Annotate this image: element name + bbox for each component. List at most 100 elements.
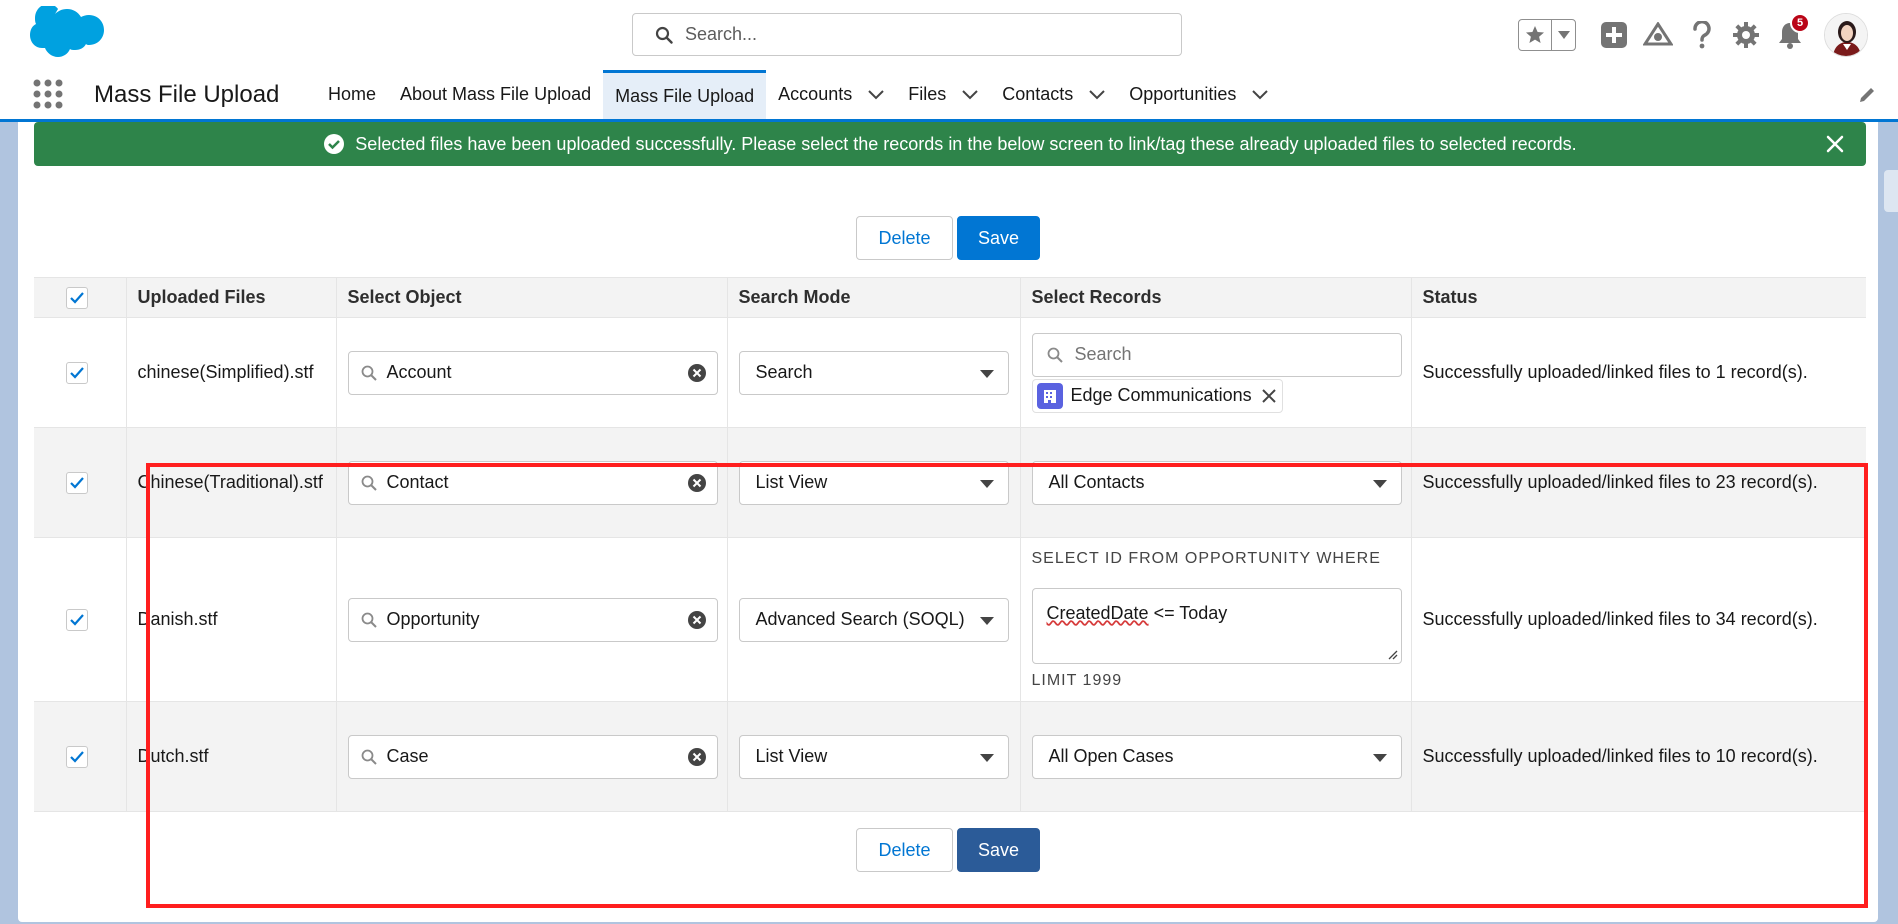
search-mode-select[interactable]: List View: [738, 734, 1009, 779]
chevron-down-icon[interactable]: [1089, 89, 1105, 100]
list-view-select[interactable]: All Contacts: [1031, 460, 1402, 505]
chevron-down-icon[interactable]: [868, 89, 884, 100]
list-view-value: All Open Cases: [1048, 746, 1174, 766]
soql-textarea[interactable]: CreatedDate <= Today: [1031, 587, 1402, 664]
tab-home[interactable]: Home: [316, 70, 388, 119]
success-toast: Selected files have been uploaded succes…: [34, 122, 1866, 166]
object-lookup[interactable]: Opportunity: [347, 597, 718, 642]
object-lookup[interactable]: Contact: [347, 460, 718, 505]
tab-accounts[interactable]: Accounts: [766, 70, 896, 119]
tab-label: Home: [328, 84, 377, 104]
salesforce-logo[interactable]: [20, 6, 104, 64]
row-select-cell: [34, 537, 127, 702]
caret-down-icon: [979, 369, 994, 378]
object-cell: Contact: [336, 427, 728, 538]
row-checkbox[interactable]: [66, 361, 88, 384]
uploaded-file-name: Dutch.stf: [126, 701, 337, 812]
mode-cell: List View: [727, 427, 1021, 538]
object-value: Account: [386, 362, 452, 382]
tab-about-mass-file-upload[interactable]: About Mass File Upload: [388, 70, 603, 119]
status-text: Successfully uploaded/linked files to 10…: [1411, 701, 1866, 812]
search-icon: [361, 365, 377, 381]
search-mode-select[interactable]: Advanced Search (SOQL): [738, 597, 1009, 642]
favorites-button[interactable]: [1518, 19, 1576, 51]
header-select-records[interactable]: Select Records: [1020, 277, 1412, 318]
global-search[interactable]: Search...: [632, 13, 1182, 56]
header-icons: 5: [1518, 13, 1868, 57]
chevron-down-icon[interactable]: [1252, 89, 1269, 100]
tab-contacts[interactable]: Contacts: [990, 70, 1117, 119]
global-actions-icon[interactable]: [1598, 19, 1630, 51]
close-icon[interactable]: [1824, 133, 1846, 155]
select-all-header: [34, 277, 127, 318]
pill-label: Edge Communications: [1070, 385, 1252, 405]
search-icon: [655, 26, 673, 44]
account-icon: [1036, 382, 1063, 409]
object-lookup[interactable]: Case: [347, 734, 718, 779]
trailhead-icon[interactable]: [1642, 19, 1674, 51]
search-icon: [361, 749, 377, 765]
uploaded-file-name: Danish.stf: [126, 537, 337, 702]
clear-icon[interactable]: [687, 473, 707, 493]
row-checkbox[interactable]: [66, 471, 88, 494]
notification-badge: 5: [1790, 13, 1810, 33]
header-uploaded-files[interactable]: Uploaded Files: [126, 277, 337, 318]
save-button[interactable]: Save: [957, 828, 1040, 872]
global-header: Search... 5: [0, 0, 1898, 70]
search-placeholder: Search...: [685, 24, 758, 44]
clear-icon[interactable]: [687, 747, 707, 767]
row-select-cell: [34, 701, 127, 812]
uploaded-file-name: chinese(Simplified).stf: [126, 317, 337, 428]
header-select-object[interactable]: Select Object: [336, 277, 728, 318]
notifications-icon[interactable]: 5: [1774, 13, 1810, 51]
utility-panel-handle[interactable]: [1884, 170, 1898, 212]
star-icon[interactable]: [1519, 20, 1552, 50]
uploaded-file-name: Chinese(Traditional).stf: [126, 427, 337, 538]
mode-cell: Advanced Search (SOQL): [727, 537, 1021, 702]
app-launcher-icon[interactable]: [32, 78, 64, 110]
caret-down-icon: [979, 479, 994, 488]
object-value: Opportunity: [386, 609, 480, 629]
selected-record-pill: Edge Communications: [1031, 378, 1283, 413]
nav-tabs: Home About Mass File Upload Mass File Up…: [316, 70, 1280, 119]
header-status[interactable]: Status: [1411, 277, 1866, 318]
app-nav-bar: Mass File Upload Home About Mass File Up…: [0, 70, 1898, 122]
row-checkbox[interactable]: [66, 745, 88, 768]
remove-icon[interactable]: [1261, 388, 1276, 403]
search-mode-select[interactable]: List View: [738, 460, 1009, 505]
records-search-input[interactable]: Search: [1031, 332, 1402, 377]
tab-mass-file-upload[interactable]: Mass File Upload: [603, 70, 767, 119]
delete-button[interactable]: Delete: [856, 828, 953, 872]
resize-handle-icon[interactable]: [1386, 648, 1398, 660]
caret-down-icon: [1372, 753, 1387, 762]
clear-icon[interactable]: [687, 363, 707, 383]
gear-icon[interactable]: [1730, 19, 1762, 51]
search-mode-value: Advanced Search (SOQL): [755, 609, 965, 629]
list-view-select[interactable]: All Open Cases: [1031, 734, 1402, 779]
tab-label: Accounts: [778, 84, 853, 104]
save-button[interactable]: Save: [957, 216, 1040, 260]
status-text: Successfully uploaded/linked files to 23…: [1411, 427, 1866, 538]
success-check-icon: [324, 134, 345, 154]
avatar[interactable]: [1824, 13, 1868, 57]
object-cell: Account: [336, 317, 728, 428]
header-search-mode[interactable]: Search Mode: [727, 277, 1021, 318]
search-mode-value: Search: [755, 362, 813, 382]
tab-opportunities[interactable]: Opportunities: [1117, 70, 1280, 119]
records-search-placeholder: Search: [1074, 344, 1132, 364]
object-lookup[interactable]: Account: [347, 350, 718, 395]
tab-files[interactable]: Files: [896, 70, 990, 119]
soql-prefix: SELECT ID FROM OPPORTUNITY WHERE: [1031, 549, 1381, 567]
table-row: Dutch.stf Case List View All Open Cases …: [34, 701, 1866, 812]
row-checkbox[interactable]: [66, 608, 88, 631]
search-mode-select[interactable]: Search: [738, 350, 1009, 395]
select-all-checkbox[interactable]: [66, 286, 88, 309]
chevron-down-icon[interactable]: [962, 89, 978, 100]
top-actions: Delete Save: [18, 216, 1878, 260]
help-icon[interactable]: [1686, 19, 1718, 51]
delete-button[interactable]: Delete: [856, 216, 953, 260]
clear-icon[interactable]: [687, 610, 707, 630]
edit-nav-icon[interactable]: [1858, 86, 1876, 104]
favorites-dropdown-icon[interactable]: [1552, 31, 1575, 39]
caret-down-icon: [1372, 479, 1387, 488]
